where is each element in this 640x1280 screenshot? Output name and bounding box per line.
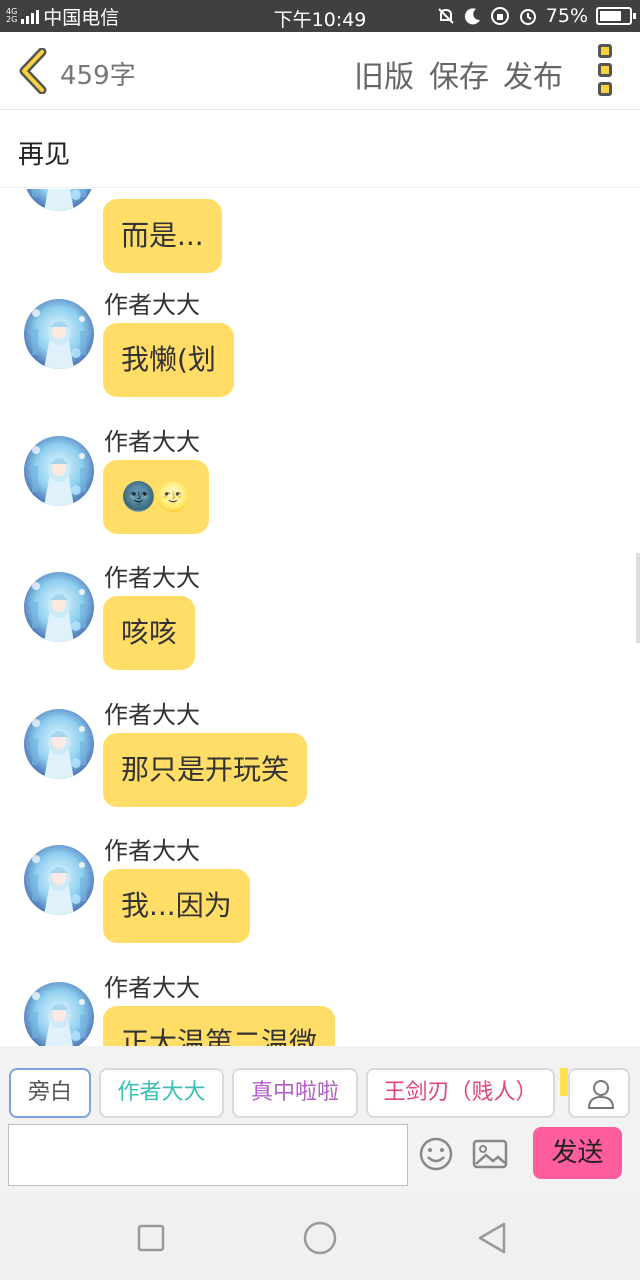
app-root: 4G 2G 中国电信 下午10:49 75% 459字 旧版 保存 发布 再见 … <box>0 0 640 1280</box>
message-bubble[interactable]: 我...因为 <box>103 869 250 943</box>
home-icon[interactable] <box>302 1220 338 1256</box>
publish-button[interactable]: 发布 <box>503 52 563 96</box>
role-chip-partial[interactable] <box>560 1068 568 1096</box>
mute-bell-icon <box>438 8 454 24</box>
message-bubble[interactable]: 那只是开玩笑 <box>103 733 308 807</box>
sender-name: 作者大大 <box>104 291 200 319</box>
sender-name: 作者大大 <box>104 701 200 729</box>
role-chip-zhenzhong[interactable]: 真中啦啦 <box>232 1068 358 1118</box>
message-bubble[interactable]: 正大温第二温微 <box>103 1006 336 1046</box>
old-version-button[interactable]: 旧版 <box>354 52 414 96</box>
image-icon[interactable] <box>470 1134 510 1174</box>
sender-name: 作者大大 <box>104 837 200 865</box>
avatar-art <box>24 982 94 1046</box>
add-role-button[interactable] <box>568 1068 630 1118</box>
chapter-title: 再见 <box>18 140 71 170</box>
emoji-icon[interactable] <box>416 1134 456 1174</box>
word-count: 459字 <box>60 61 136 91</box>
role-chip-wangjianren[interactable]: 王剑刃（贱人） <box>366 1068 555 1118</box>
rotation-lock-icon <box>490 7 509 25</box>
save-button[interactable]: 保存 <box>429 52 489 96</box>
avatar-art <box>24 299 94 369</box>
message-input[interactable] <box>8 1124 408 1186</box>
avatar[interactable] <box>24 189 94 211</box>
sender-name: 作者大大 <box>104 428 200 456</box>
battery-percent: 75% <box>545 5 588 27</box>
send-button[interactable]: 发送 <box>533 1127 622 1179</box>
sender-name: 作者大大 <box>104 564 200 592</box>
avatar-art <box>24 572 94 642</box>
back-triangle-icon[interactable] <box>474 1220 510 1256</box>
battery-icon <box>596 7 636 25</box>
message-bubble[interactable]: 咳咳 <box>103 596 196 670</box>
avatar[interactable] <box>24 845 94 915</box>
composer: 发送 <box>0 1122 640 1194</box>
role-chip-narrator[interactable]: 旁白 <box>9 1068 91 1118</box>
avatar-art <box>24 845 94 915</box>
avatar[interactable] <box>24 436 94 506</box>
avatar-art <box>24 709 94 779</box>
moon-icon <box>464 8 480 25</box>
status-bar: 4G 2G 中国电信 下午10:49 75% <box>0 0 640 32</box>
role-chip-author[interactable]: 作者大大 <box>99 1068 224 1118</box>
back-chevron-icon[interactable] <box>14 48 54 94</box>
message-bubble[interactable]: 而是... <box>103 199 222 273</box>
more-menu-icon[interactable] <box>590 44 620 98</box>
editor-header: 459字 旧版 保存 发布 <box>0 32 640 110</box>
sender-name: 作者大大 <box>104 974 200 1002</box>
avatar-art <box>24 436 94 506</box>
avatar[interactable] <box>24 299 94 369</box>
message-bubble[interactable]: 🌚🌝 <box>103 460 209 534</box>
system-nav-bar <box>0 1194 640 1280</box>
chapter-title-bar[interactable]: 再见 <box>0 110 640 188</box>
status-right: 75% <box>436 0 636 32</box>
role-selector: 旁白 作者大大 真中啦啦 王剑刃（贱人） <box>0 1046 640 1122</box>
scroll-indicator <box>636 553 640 643</box>
recent-apps-icon[interactable] <box>133 1220 169 1256</box>
message-bubble[interactable]: 我懒(划 <box>103 323 234 397</box>
alarm-icon <box>519 9 536 25</box>
avatar[interactable] <box>24 709 94 779</box>
person-icon <box>587 1080 615 1109</box>
chat-list[interactable]: 而是... 作者大大 我懒(划 作者大大 🌚🌝 作者大大 咳咳 作者大大 那只是… <box>0 189 640 1046</box>
avatar[interactable] <box>24 982 94 1046</box>
battery-fill <box>600 11 621 21</box>
avatar[interactable] <box>24 572 94 642</box>
avatar-art <box>24 189 94 211</box>
